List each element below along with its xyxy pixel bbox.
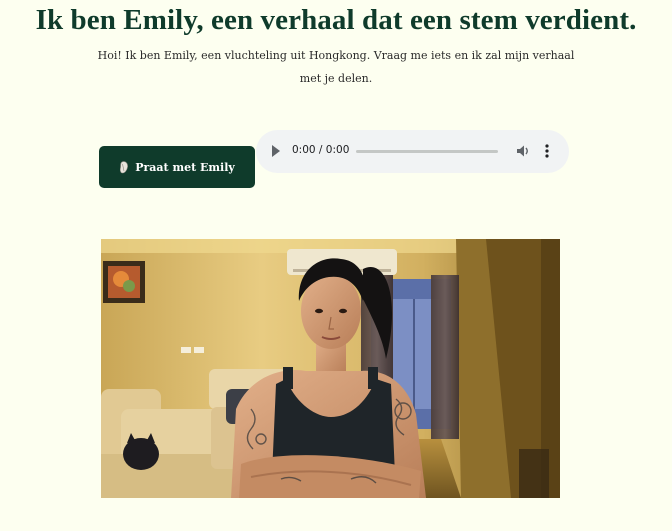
- intro-line: met je delen.: [299, 72, 373, 85]
- more-options-icon[interactable]: [545, 143, 549, 159]
- audio-player[interactable]: 0:00 / 0:00: [256, 130, 569, 173]
- talk-with-emily-button[interactable]: Praat met Emily: [99, 146, 255, 188]
- audio-time: 0:00 / 0:00: [292, 144, 350, 156]
- page-title: Ik ben Emily, een verhaal dat een stem v…: [35, 4, 637, 36]
- audio-progress-track[interactable]: [356, 150, 498, 153]
- intro-line: Hoi! Ik ben Emily, een vluchteling uit H…: [97, 49, 575, 62]
- talk-button-label: Praat met Emily: [135, 160, 235, 174]
- microphone-icon: [120, 160, 129, 173]
- intro-text: Hoi! Ik ben Emily, een vluchteling uit H…: [96, 44, 576, 90]
- picture-frame: [103, 261, 145, 303]
- play-icon[interactable]: [272, 145, 280, 157]
- video-scene: [101, 239, 560, 498]
- video-frame[interactable]: [101, 239, 560, 498]
- volume-icon[interactable]: [515, 143, 531, 159]
